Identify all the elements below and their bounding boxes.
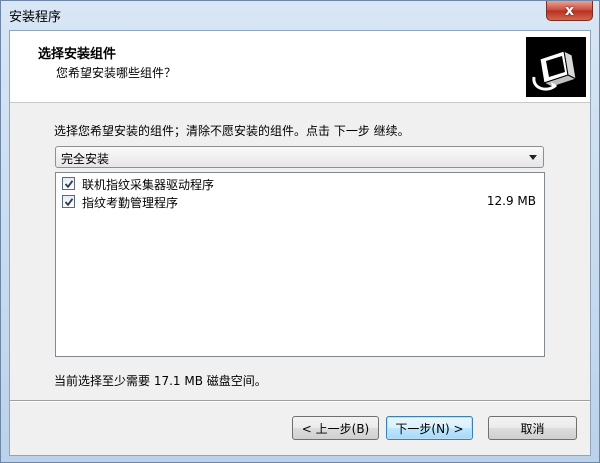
page-title: 选择安装组件 — [38, 47, 117, 62]
installer-icon — [526, 37, 586, 97]
window-title: 安装程序 — [9, 10, 62, 25]
page-subtitle: 您希望安装哪些组件？ — [56, 66, 177, 80]
checkmark-icon — [64, 180, 74, 189]
component-checkbox[interactable] — [62, 195, 75, 208]
disk-space-text: 当前选择至少需要 17.1 MB 磁盘空间。 — [54, 374, 267, 388]
component-checkbox[interactable] — [62, 177, 75, 190]
checkmark-icon — [64, 198, 74, 207]
list-item[interactable]: 联机指纹采集器驱动程序 — [62, 175, 538, 193]
close-button[interactable]: x — [546, 1, 593, 21]
component-label: 指纹考勤管理程序 — [82, 196, 179, 210]
instruction-text: 选择您希望安装的组件；清除不愿安装的组件。点击 下一步 继续。 — [54, 124, 410, 138]
component-size: 12.9 MB — [486, 194, 536, 208]
install-type-value: 完全安装 — [61, 152, 110, 166]
close-icon[interactable]: x — [565, 4, 574, 18]
component-label: 联机指纹采集器驱动程序 — [82, 178, 215, 192]
wizard-body: 选择安装组件 您希望安装哪些组件？ 选择您希望安装的组件；清除不愿安装的组件。点… — [9, 30, 591, 456]
chevron-down-icon[interactable] — [529, 155, 537, 160]
next-button[interactable]: 下一步(N) > — [386, 416, 473, 440]
installer-window: 安装程序 x 选择安装组件 您希望安装哪些组件？ 选择您希望安装的组件；清除不愿… — [0, 0, 600, 463]
list-item[interactable]: 指纹考勤管理程序 12.9 MB — [62, 193, 538, 211]
install-type-select[interactable]: 完全安装 — [55, 146, 544, 168]
wizard-header: 选择安装组件 您希望安装哪些组件？ — [10, 31, 590, 103]
components-list[interactable]: 联机指纹采集器驱动程序 指纹考勤管理程序 12.9 MB — [55, 172, 545, 357]
back-button[interactable]: < 上一步(B) — [292, 416, 379, 440]
title-bar: 安装程序 x — [1, 1, 599, 29]
divider — [10, 400, 590, 402]
cancel-button[interactable]: 取消 — [488, 416, 577, 440]
